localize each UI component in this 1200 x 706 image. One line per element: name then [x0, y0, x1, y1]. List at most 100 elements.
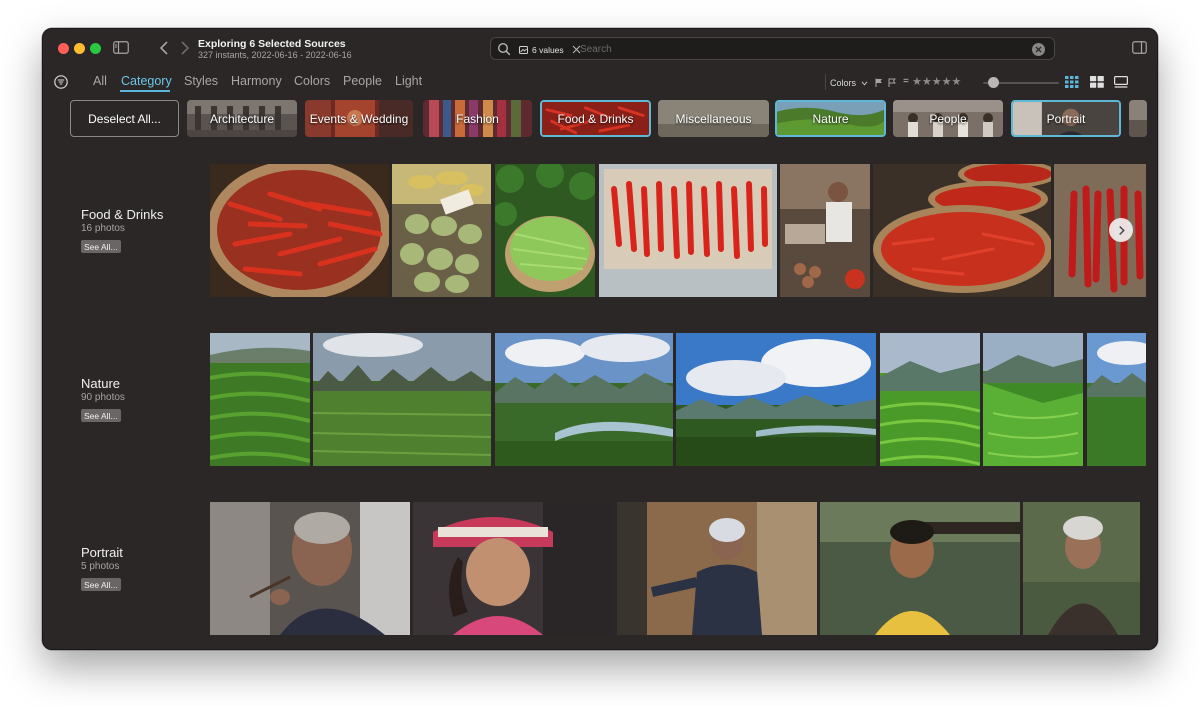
rating-operator[interactable]: =	[903, 76, 909, 87]
window-subtitle: 327 instants, 2022-06-16 - 2022-06-16	[198, 50, 352, 60]
tab-harmony[interactable]: Harmony	[231, 74, 282, 88]
photo-chili-basket[interactable]	[210, 164, 389, 297]
photo-river-valley[interactable]	[495, 333, 673, 466]
chevron-left-icon[interactable]	[157, 40, 171, 56]
section-count-portrait: 5 photos	[81, 561, 120, 572]
photo-green-slopes[interactable]	[983, 333, 1083, 466]
large-grid-view-icon[interactable]	[1090, 76, 1104, 88]
tab-all[interactable]: All	[93, 74, 107, 88]
photo-karst-fields-image	[313, 333, 491, 466]
search-input[interactable]	[580, 41, 1000, 57]
toolbar-divider	[825, 74, 826, 90]
chip-label: Architecture	[209, 111, 275, 126]
see-all-nature-button[interactable]: See All...	[81, 409, 121, 422]
chip-events-wedding[interactable]: Events & Wedding	[305, 100, 413, 137]
photo-karst-fields[interactable]	[313, 333, 491, 466]
photo-cloudy-valley[interactable]	[676, 333, 876, 466]
chip-portrait[interactable]: Portrait	[1011, 100, 1121, 137]
single-view-icon[interactable]	[1114, 76, 1128, 88]
slider-handle[interactable]	[988, 77, 999, 88]
chip-label: Food & Drinks	[557, 111, 634, 126]
tab-people[interactable]: People	[343, 74, 382, 88]
photo-chili-tray[interactable]	[599, 164, 777, 297]
photo-hills-image	[1087, 333, 1146, 466]
chip-label: Nature	[812, 111, 849, 126]
photo-fruit-stall[interactable]	[392, 164, 491, 297]
inspector-panel-icon[interactable]	[1132, 41, 1147, 54]
chevron-down-icon	[861, 81, 867, 86]
see-all-food-drinks-button[interactable]: See All...	[81, 240, 121, 253]
chip-more[interactable]	[1129, 100, 1147, 137]
window-title: Exploring 6 Selected Sources	[198, 38, 346, 50]
tab-colors[interactable]: Colors	[294, 74, 330, 88]
photo-terraces-mountain-image	[880, 333, 980, 466]
chip-miscellaneous[interactable]: Miscellaneous	[658, 100, 769, 137]
photo-terraces-mountain[interactable]	[880, 333, 980, 466]
clear-search-icon[interactable]	[1032, 43, 1045, 56]
photo-green-beans[interactable]	[495, 164, 595, 297]
tab-category[interactable]: Category	[121, 74, 172, 88]
photo-chili-baskets[interactable]	[873, 164, 1051, 297]
photo-old-man-pipe[interactable]	[210, 502, 410, 635]
colors-dropdown-label: Colors	[830, 78, 857, 88]
photo-rice-terraces[interactable]	[210, 333, 310, 466]
chip-label: Events & Wedding	[309, 111, 409, 126]
tab-light[interactable]: Light	[395, 74, 422, 88]
photo-rice-terraces-image	[210, 333, 310, 466]
photo-chili-baskets-image	[873, 164, 1051, 297]
reject-flag-icon[interactable]	[888, 78, 896, 87]
photo-green-slopes-image	[983, 333, 1083, 466]
search-bar[interactable]: 6 values	[490, 37, 1055, 60]
photo-boy-yellow-image	[820, 502, 1020, 635]
photo-elderly-woman[interactable]	[1023, 502, 1140, 635]
chevron-right-icon[interactable]	[178, 40, 192, 56]
zoom-window-button[interactable]	[90, 43, 101, 54]
search-token-label: 6 values	[532, 44, 564, 55]
app-window: Exploring 6 Selected Sources 327 instant…	[42, 28, 1158, 650]
section-title-portrait: Portrait	[81, 545, 123, 560]
search-icon	[497, 42, 511, 56]
search-token[interactable]: 6 values	[519, 43, 581, 56]
section-title-food-drinks: Food & Drinks	[81, 207, 164, 222]
photo-boy-yellow[interactable]	[820, 502, 1020, 635]
deselect-all-button[interactable]: Deselect All...	[70, 100, 179, 137]
chip-label: Fashion	[456, 111, 499, 126]
chip-fashion[interactable]: Fashion	[423, 100, 532, 137]
chip-label: Miscellaneous	[675, 111, 752, 126]
sidebar-icon[interactable]	[113, 41, 129, 54]
active-tab-indicator	[120, 90, 170, 92]
image-icon	[519, 45, 528, 54]
chip-label: People	[929, 111, 967, 126]
photo-girl-headdress[interactable]	[413, 502, 613, 635]
chevron-right-icon	[1118, 225, 1125, 235]
see-all-portrait-button[interactable]: See All...	[81, 578, 121, 591]
section-count-food-drinks: 16 photos	[81, 223, 125, 234]
chip-architecture[interactable]: Architecture	[187, 100, 297, 137]
small-grid-view-icon[interactable]	[1065, 76, 1079, 88]
section-count-nature: 90 photos	[81, 392, 125, 403]
photo-kitchen-cook-image	[780, 164, 870, 297]
chip-food-drinks[interactable]: Food & Drinks	[540, 100, 651, 137]
flag-icon[interactable]	[875, 78, 883, 87]
photo-elderly-woman-image	[1023, 502, 1140, 635]
photo-green-beans-image	[495, 164, 595, 297]
star-rating-filter[interactable]: ★★★★★	[912, 75, 961, 88]
photo-river-valley-image	[495, 333, 673, 466]
chip-people[interactable]: People	[893, 100, 1003, 137]
photo-old-woman-post[interactable]	[617, 502, 817, 635]
photo-old-man-pipe-image	[210, 502, 410, 635]
minimize-window-button[interactable]	[74, 43, 85, 54]
next-photos-button[interactable]	[1109, 218, 1133, 242]
photo-kitchen-cook[interactable]	[780, 164, 870, 297]
section-title-nature: Nature	[81, 376, 121, 391]
tab-styles[interactable]: Styles	[184, 74, 218, 88]
filter-icon[interactable]	[54, 75, 68, 89]
photo-chili-basket-image	[210, 164, 389, 297]
close-window-button[interactable]	[58, 43, 69, 54]
chip-nature[interactable]: Nature	[775, 100, 886, 137]
photo-chili-tray-image	[599, 164, 777, 297]
photo-old-woman-post-image	[617, 502, 817, 635]
photo-girl-headdress-image	[413, 502, 613, 635]
colors-dropdown[interactable]: Colors	[830, 78, 868, 88]
photo-hills[interactable]	[1087, 333, 1146, 466]
